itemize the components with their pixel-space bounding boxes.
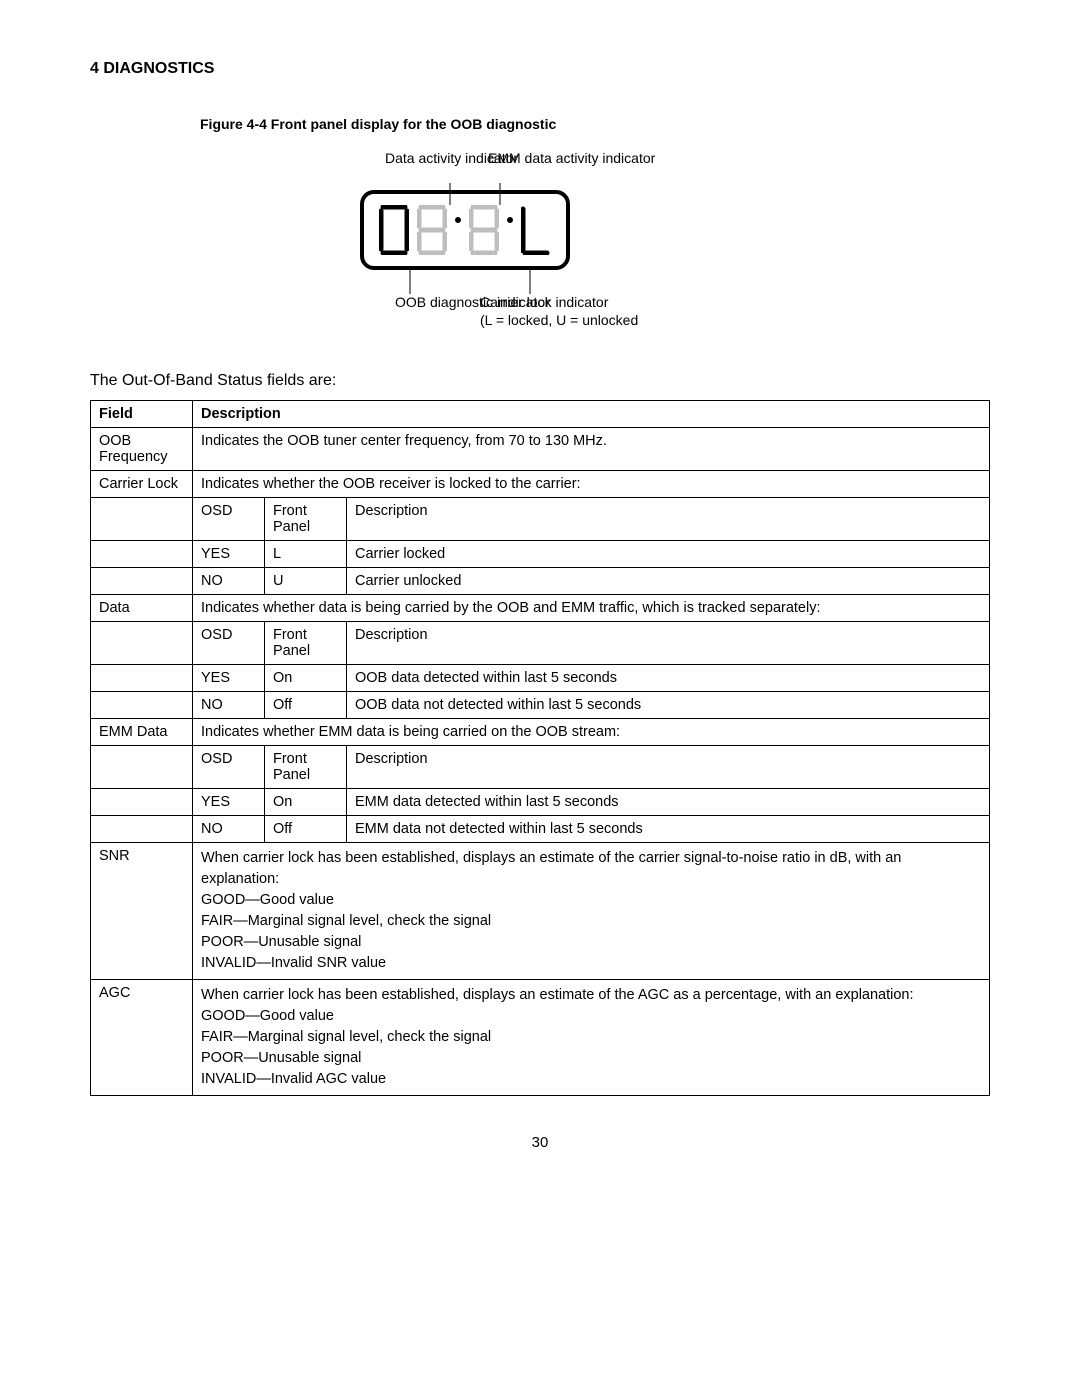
cell-desc: Indicates whether EMM data is being carr… xyxy=(193,719,990,746)
cell-empty xyxy=(91,816,193,843)
desc-line: When carrier lock has been established, … xyxy=(201,848,981,890)
cell-empty xyxy=(91,541,193,568)
oob-status-table: Field Description OOB Frequency Indicate… xyxy=(90,400,990,1096)
cell-desc: When carrier lock has been established, … xyxy=(193,980,990,1096)
desc-line: POOR—Unusable signal xyxy=(201,1048,981,1069)
cell-empty xyxy=(91,665,193,692)
cell-osd: YES xyxy=(193,665,265,692)
cell-fp-header: Front Panel xyxy=(265,746,347,789)
cell-fp: Off xyxy=(265,816,347,843)
table-row: EMM Data Indicates whether EMM data is b… xyxy=(91,719,990,746)
header-description: Description xyxy=(193,401,990,428)
cell-field: AGC xyxy=(91,980,193,1096)
cell-empty xyxy=(91,622,193,665)
cell-field: Data xyxy=(91,595,193,622)
cell-empty xyxy=(91,746,193,789)
cell-fp-header: Front Panel xyxy=(265,498,347,541)
table-row: AGC When carrier lock has been establish… xyxy=(91,980,990,1096)
desc-line: INVALID—Invalid AGC value xyxy=(201,1069,981,1090)
table-row: NO Off OOB data not detected within last… xyxy=(91,692,990,719)
cell-osd: NO xyxy=(193,692,265,719)
cell-field: EMM Data xyxy=(91,719,193,746)
cell-desc-header: Description xyxy=(347,498,990,541)
table-header-row: Field Description xyxy=(91,401,990,428)
cell-desc: OOB data detected within last 5 seconds xyxy=(347,665,990,692)
cell-desc: Indicates whether the OOB receiver is lo… xyxy=(193,471,990,498)
cell-fp: L xyxy=(265,541,347,568)
cell-empty xyxy=(91,789,193,816)
section-heading: 4 DIAGNOSTICS xyxy=(90,60,990,78)
desc-line: INVALID—Invalid SNR value xyxy=(201,953,981,974)
cell-desc: Indicates whether data is being carried … xyxy=(193,595,990,622)
table-row: OSD Front Panel Description xyxy=(91,746,990,789)
table-row: NO U Carrier unlocked xyxy=(91,568,990,595)
cell-osd: YES xyxy=(193,541,265,568)
label-text: Carrier lock indicator xyxy=(480,294,638,312)
table-row: OOB Frequency Indicates the OOB tuner ce… xyxy=(91,428,990,471)
cell-desc: EMM data detected within last 5 seconds xyxy=(347,789,990,816)
table-row: Data Indicates whether data is being car… xyxy=(91,595,990,622)
table-row: Carrier Lock Indicates whether the OOB r… xyxy=(91,471,990,498)
cell-desc-header: Description xyxy=(347,622,990,665)
intro-line: The Out-Of-Band Status fields are: xyxy=(90,372,990,390)
table-row: YES On EMM data detected within last 5 s… xyxy=(91,789,990,816)
cell-fp: On xyxy=(265,665,347,692)
desc-line: GOOD—Good value xyxy=(201,890,981,911)
figure-caption: Figure 4-4 Front panel display for the O… xyxy=(200,116,990,132)
cell-field: SNR xyxy=(91,843,193,980)
table-row: OSD Front Panel Description xyxy=(91,498,990,541)
cell-osd-header: OSD xyxy=(193,622,265,665)
cell-desc: Carrier locked xyxy=(347,541,990,568)
desc-line: FAIR—Marginal signal level, check the si… xyxy=(201,911,981,932)
cell-osd: NO xyxy=(193,568,265,595)
table-row: NO Off EMM data not detected within last… xyxy=(91,816,990,843)
cell-osd-header: OSD xyxy=(193,498,265,541)
cell-osd: NO xyxy=(193,816,265,843)
desc-line: When carrier lock has been established, … xyxy=(201,985,981,1006)
cell-empty xyxy=(91,692,193,719)
cell-fp: On xyxy=(265,789,347,816)
label-carrier-lock: Carrier lock indicator (L = locked, U = … xyxy=(480,294,638,329)
cell-desc: Indicates the OOB tuner center frequency… xyxy=(193,428,990,471)
desc-line: POOR—Unusable signal xyxy=(201,932,981,953)
cell-fp-header: Front Panel xyxy=(265,622,347,665)
cell-empty xyxy=(91,568,193,595)
table-row: SNR When carrier lock has been establish… xyxy=(91,843,990,980)
cell-fp: U xyxy=(265,568,347,595)
table-row: OSD Front Panel Description xyxy=(91,622,990,665)
cell-field: OOB Frequency xyxy=(91,428,193,471)
header-field: Field xyxy=(91,401,193,428)
cell-empty xyxy=(91,498,193,541)
table-row: YES On OOB data detected within last 5 s… xyxy=(91,665,990,692)
cell-osd: YES xyxy=(193,789,265,816)
cell-fp: Off xyxy=(265,692,347,719)
cell-osd-header: OSD xyxy=(193,746,265,789)
desc-line: FAIR—Marginal signal level, check the si… xyxy=(201,1027,981,1048)
cell-desc-header: Description xyxy=(347,746,990,789)
cell-field: Carrier Lock xyxy=(91,471,193,498)
cell-desc: Carrier unlocked xyxy=(347,568,990,595)
table-row: YES L Carrier locked xyxy=(91,541,990,568)
cell-desc: EMM data not detected within last 5 seco… xyxy=(347,816,990,843)
desc-line: GOOD—Good value xyxy=(201,1006,981,1027)
label-text: (L = locked, U = unlocked xyxy=(480,312,638,330)
cell-desc: When carrier lock has been established, … xyxy=(193,843,990,980)
front-panel-diagram: Data activity indicator EMM data activit… xyxy=(350,150,750,360)
cell-desc: OOB data not detected within last 5 seco… xyxy=(347,692,990,719)
page-number: 30 xyxy=(90,1134,990,1151)
